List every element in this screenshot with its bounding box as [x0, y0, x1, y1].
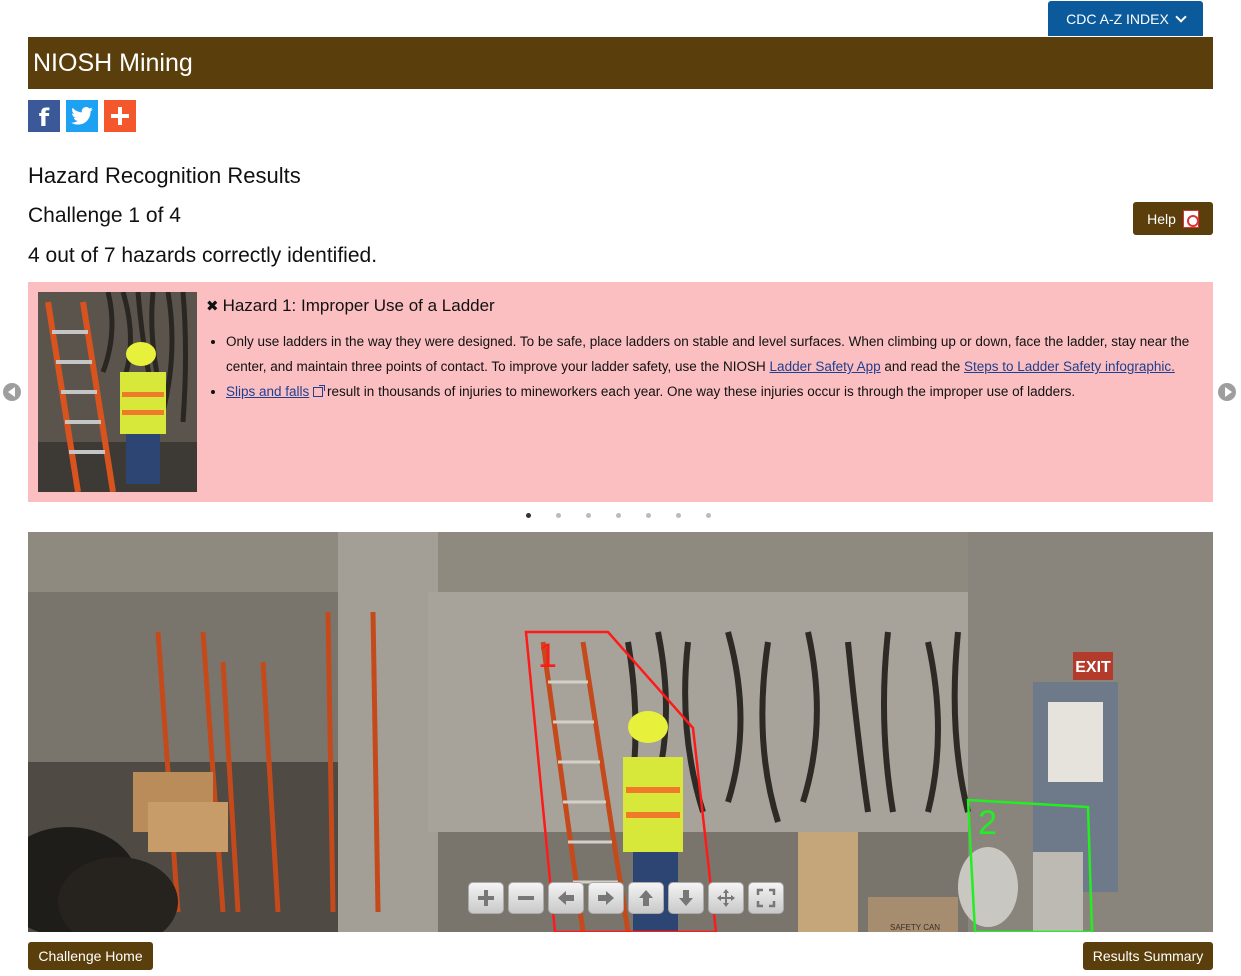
carousel-dot[interactable] — [646, 513, 651, 518]
carousel-dot[interactable] — [556, 513, 561, 518]
carousel-dot[interactable] — [616, 513, 621, 518]
hazard-heading: ✖ Hazard 1: Improper Use of a Ladder — [206, 296, 495, 316]
help-button[interactable]: Help — [1133, 202, 1213, 235]
challenge-home-button[interactable]: Challenge Home — [28, 942, 153, 970]
cdc-az-index-button[interactable]: CDC A-Z INDEX — [1048, 1, 1203, 36]
pan-down-icon — [679, 890, 693, 906]
reset-icon — [717, 889, 735, 907]
list-item: Only use ladders in the way they were de… — [226, 329, 1196, 379]
carousel-dot[interactable] — [676, 513, 681, 518]
pan-up-icon — [639, 890, 653, 906]
az-index-label: CDC A-Z INDEX — [1066, 10, 1169, 27]
hazard-details: Only use ladders in the way they were de… — [206, 329, 1196, 404]
ladder-infographic-link[interactable]: Steps to Ladder Safety infographic. — [964, 359, 1175, 374]
hazard-text: result in thousands of injuries to minew… — [323, 384, 1076, 399]
external-link-icon — [313, 385, 326, 398]
carousel-dot[interactable] — [526, 513, 531, 518]
carousel-dot[interactable] — [586, 513, 591, 518]
banner-title: NIOSH Mining — [33, 48, 193, 77]
pan-right-icon — [598, 891, 614, 905]
facebook-share-button[interactable]: f — [28, 100, 60, 132]
carousel-prev-button[interactable] — [3, 383, 21, 401]
results-summary-button[interactable]: Results Summary — [1083, 942, 1213, 970]
hazard-scene-image: EXIT 1 2 SAFETY CAN — [28, 532, 1213, 932]
pan-right-button[interactable] — [588, 882, 624, 914]
zoom-out-icon — [518, 896, 534, 900]
twitter-bird-icon — [71, 107, 93, 125]
fullscreen-button[interactable] — [748, 882, 784, 914]
zoom-toolbar — [468, 882, 784, 914]
fullscreen-icon — [756, 888, 776, 908]
challenge-counter: Challenge 1 of 4 — [28, 204, 181, 227]
hazard-marker-2: 2 — [978, 804, 997, 842]
pdf-icon — [1182, 209, 1199, 228]
zoom-in-button[interactable] — [468, 882, 504, 914]
pan-down-button[interactable] — [668, 882, 704, 914]
twitter-share-button[interactable] — [66, 100, 98, 132]
close-icon: ✖ — [206, 297, 219, 315]
score-summary: 4 out of 7 hazards correctly identified. — [28, 244, 378, 267]
add-share-button[interactable] — [104, 100, 136, 132]
ladder-safety-app-link[interactable]: Ladder Safety App — [770, 359, 881, 374]
exit-sign-text: EXIT — [1075, 659, 1111, 676]
social-share-bar: f — [28, 100, 136, 132]
carousel-dot[interactable] — [706, 513, 711, 518]
box-label-text: SAFETY CAN — [890, 923, 940, 932]
carousel-next-button[interactable] — [1218, 383, 1236, 401]
arrow-right-icon — [1224, 387, 1232, 397]
hazard-text: and read the — [880, 359, 964, 374]
zoom-out-button[interactable] — [508, 882, 544, 914]
hazard-thumbnail — [38, 292, 197, 492]
reset-view-button[interactable] — [708, 882, 744, 914]
hazard-card: ✖ Hazard 1: Improper Use of a Ladder Onl… — [28, 282, 1213, 502]
page-title: Hazard Recognition Results — [28, 163, 301, 188]
pan-up-button[interactable] — [628, 882, 664, 914]
hazard-scene-viewer[interactable]: EXIT 1 2 SAFETY CAN — [28, 532, 1213, 932]
hazard-title: Hazard 1: Improper Use of a Ladder — [222, 296, 495, 315]
site-banner: NIOSH Mining — [28, 37, 1213, 89]
facebook-icon: f — [38, 104, 50, 132]
list-item: Slips and falls result in thousands of i… — [226, 379, 1196, 404]
pan-left-button[interactable] — [548, 882, 584, 914]
help-label: Help — [1147, 210, 1176, 227]
slips-and-falls-link[interactable]: Slips and falls — [226, 384, 309, 399]
pan-left-icon — [558, 891, 574, 905]
arrow-left-icon — [7, 387, 15, 397]
chevron-down-icon — [1175, 10, 1187, 23]
carousel-dots — [526, 513, 711, 518]
plus-icon — [111, 107, 129, 125]
zoom-in-icon — [478, 890, 494, 906]
hazard-marker-1: 1 — [538, 637, 557, 675]
